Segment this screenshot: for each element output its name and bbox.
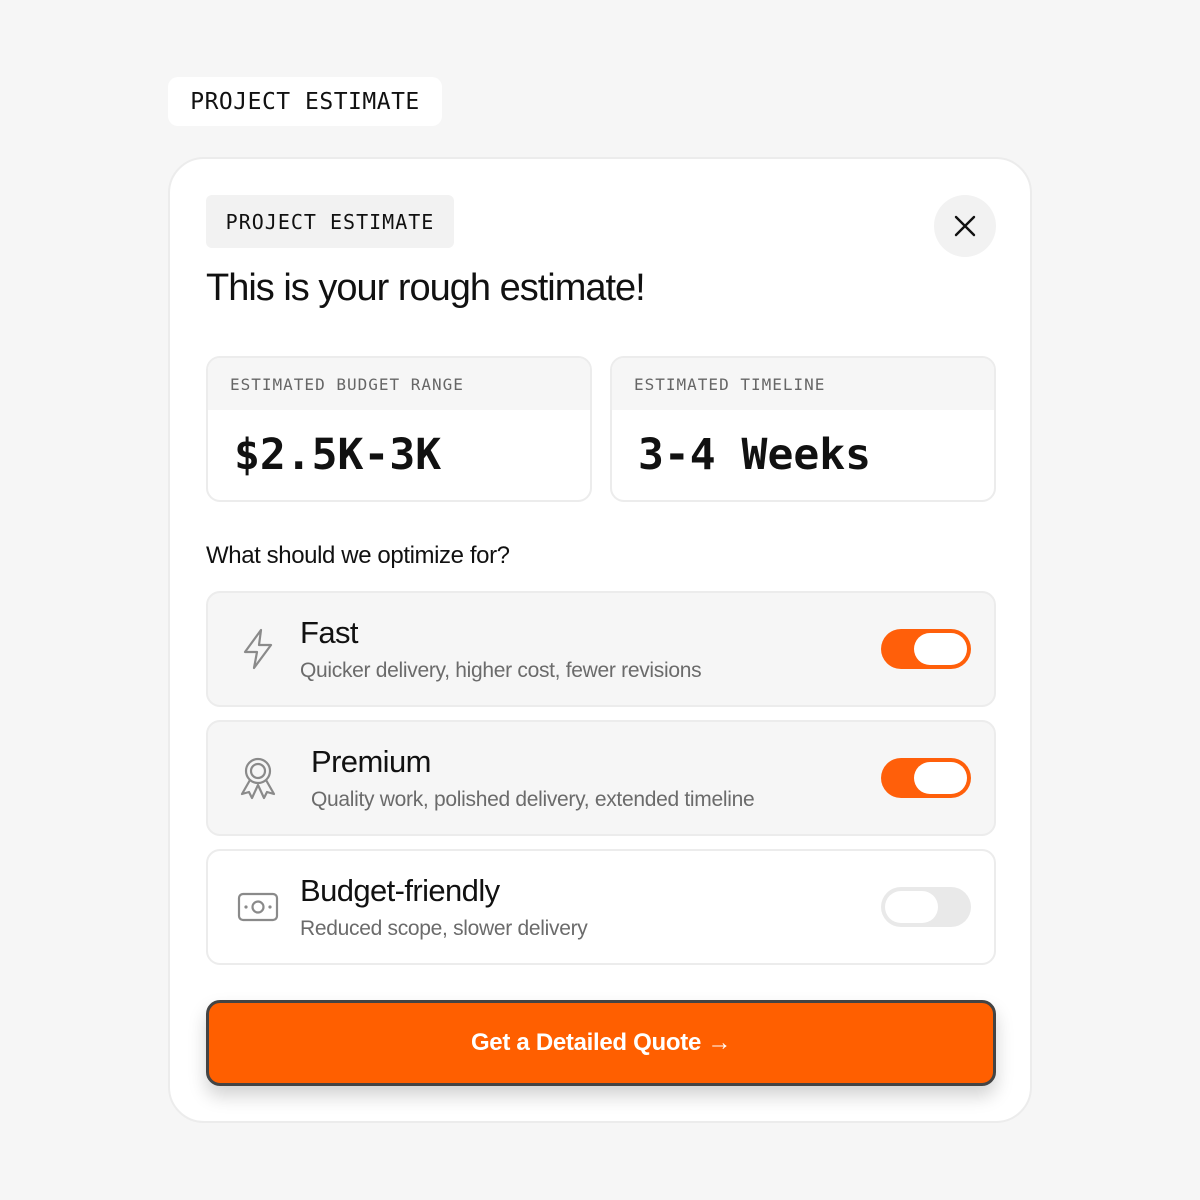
optimize-question: What should we optimize for? bbox=[206, 542, 510, 569]
budget-range-card: ESTIMATED BUDGET RANGE $2.5K-3K bbox=[206, 356, 592, 502]
option-fast-title: Fast bbox=[300, 615, 358, 650]
toggle-knob bbox=[914, 633, 967, 665]
option-premium-description: Quality work, polished delivery, extende… bbox=[311, 788, 755, 811]
toggle-knob bbox=[885, 891, 938, 923]
award-ribbon-icon bbox=[236, 756, 280, 800]
card-tag: PROJECT ESTIMATE bbox=[206, 195, 454, 248]
option-fast-description: Quicker delivery, higher cost, fewer rev… bbox=[300, 659, 702, 682]
page-tag: PROJECT ESTIMATE bbox=[168, 77, 442, 126]
banknote-icon bbox=[236, 885, 280, 929]
estimate-card: PROJECT ESTIMATE This is your rough esti… bbox=[168, 157, 1032, 1123]
headline: This is your rough estimate! bbox=[206, 267, 646, 309]
option-budget-friendly[interactable]: Budget-friendly Reduced scope, slower de… bbox=[206, 849, 996, 965]
lightning-bolt-icon bbox=[236, 627, 280, 671]
toggle-knob bbox=[914, 762, 967, 794]
option-fast-toggle[interactable] bbox=[881, 629, 971, 669]
option-budget-toggle[interactable] bbox=[881, 887, 971, 927]
option-premium-toggle[interactable] bbox=[881, 758, 971, 798]
option-premium-title: Premium bbox=[311, 744, 431, 779]
timeline-card: ESTIMATED TIMELINE 3-4 Weeks bbox=[610, 356, 996, 502]
option-budget-description: Reduced scope, slower delivery bbox=[300, 917, 588, 940]
close-icon bbox=[954, 215, 976, 237]
timeline-value: 3-4 Weeks bbox=[638, 430, 871, 480]
timeline-label: ESTIMATED TIMELINE bbox=[612, 358, 994, 410]
get-detailed-quote-button[interactable]: Get a Detailed Quote → bbox=[206, 1000, 996, 1086]
option-budget-title: Budget-friendly bbox=[300, 873, 500, 908]
close-button[interactable] bbox=[934, 195, 996, 257]
budget-range-value: $2.5K-3K bbox=[234, 430, 442, 480]
option-premium[interactable]: Premium Quality work, polished delivery,… bbox=[206, 720, 996, 836]
option-fast[interactable]: Fast Quicker delivery, higher cost, fewe… bbox=[206, 591, 996, 707]
budget-range-label: ESTIMATED BUDGET RANGE bbox=[208, 358, 590, 410]
